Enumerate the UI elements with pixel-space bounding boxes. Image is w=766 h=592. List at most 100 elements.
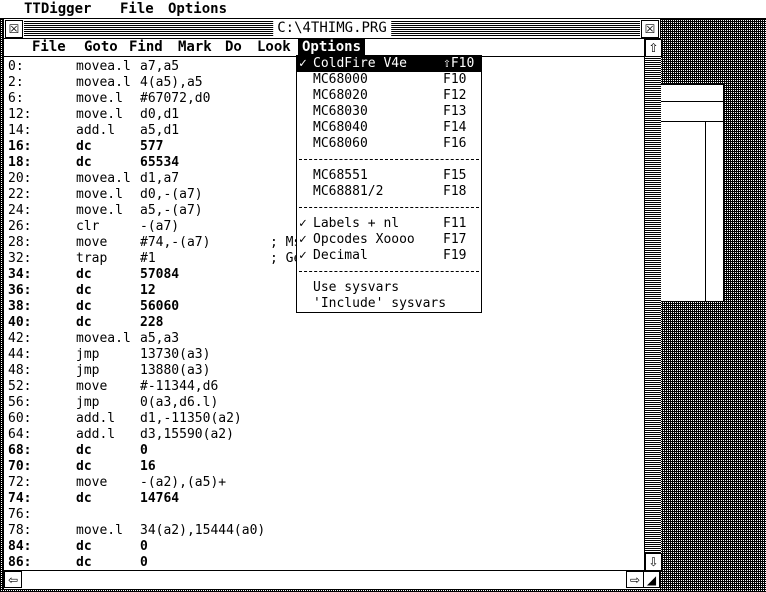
menu-item-shortcut: F15 bbox=[443, 168, 467, 183]
listing-row[interactable]: 52: move #-11344,d6 bbox=[8, 379, 644, 395]
row-opcode: add.l bbox=[76, 411, 116, 426]
listing-row[interactable]: 72: move -(a2),(a5)+ bbox=[8, 475, 644, 491]
options-menu-item[interactable]: 'Include' sysvars bbox=[297, 296, 481, 312]
resize-box-icon[interactable]: ◢ bbox=[643, 571, 660, 588]
options-menu-item[interactable]: MC68040 F14 bbox=[297, 120, 481, 136]
row-address: 6: bbox=[8, 91, 24, 106]
options-menu-item[interactable]: MC68551 F15 bbox=[297, 168, 481, 184]
listing-row[interactable]: 68: dc 0 bbox=[8, 443, 644, 459]
listing-row[interactable]: 40: dc 228 bbox=[8, 315, 644, 331]
window-menu-goto[interactable]: Goto bbox=[80, 39, 122, 56]
menu-item-shortcut: F16 bbox=[443, 136, 467, 151]
scroll-left-arrow-icon[interactable]: ⇦ bbox=[4, 571, 22, 588]
options-menu-item[interactable]: MC68030 F13 bbox=[297, 104, 481, 120]
row-operand: d1,a7 bbox=[140, 171, 180, 186]
row-operand: d1,-11350(a2) bbox=[140, 411, 242, 426]
menu-item-label: Use sysvars bbox=[313, 280, 400, 295]
listing-row[interactable]: 42: movea.l a5,a3 bbox=[8, 331, 644, 347]
listing-row[interactable]: 48: jmp 13880(a3) bbox=[8, 363, 644, 379]
menu-file[interactable]: File bbox=[120, 0, 154, 18]
row-opcode: dc bbox=[76, 283, 92, 298]
menu-options[interactable]: Options bbox=[168, 0, 227, 18]
row-opcode: jmp bbox=[76, 347, 100, 362]
menu-item-label: Opcodes Xoooo bbox=[313, 232, 415, 247]
options-menu-item[interactable]: ✓ Decimal F19 bbox=[297, 248, 481, 264]
row-address: 36: bbox=[8, 283, 32, 298]
scroll-down-arrow-icon[interactable]: ⇩ bbox=[645, 553, 662, 571]
fullscreen-box-icon[interactable]: ☒ bbox=[641, 20, 659, 38]
row-address: 16: bbox=[8, 139, 32, 154]
options-menu-item[interactable]: MC68881/2 F18 bbox=[297, 184, 481, 200]
row-address: 18: bbox=[8, 155, 32, 170]
row-opcode: dc bbox=[76, 267, 92, 282]
row-address: 20: bbox=[8, 171, 32, 186]
scroll-up-arrow-icon[interactable]: ⇧ bbox=[645, 39, 662, 57]
row-opcode: jmp bbox=[76, 363, 100, 378]
app-menubar: TTDigger File Options bbox=[0, 0, 766, 19]
row-operand: -(a2),(a5)+ bbox=[140, 475, 227, 490]
menu-item-label: MC68551 bbox=[313, 168, 368, 183]
row-address: 70: bbox=[8, 459, 32, 474]
menu-item-label: Decimal bbox=[313, 248, 368, 263]
window-menu-file[interactable]: File bbox=[28, 39, 70, 56]
row-opcode: jmp bbox=[76, 395, 100, 410]
options-menu-item[interactable]: ✓ Labels + nl F11 bbox=[297, 216, 481, 232]
window-menu-options[interactable]: Options bbox=[298, 39, 366, 56]
menu-item-shortcut: F10 bbox=[443, 72, 467, 87]
listing-row[interactable]: 60: add.l d1,-11350(a2) bbox=[8, 411, 644, 427]
row-address: 34: bbox=[8, 267, 32, 282]
listing-row[interactable]: 84: dc 0 bbox=[8, 539, 644, 555]
options-menu-item[interactable]: ✓ ColdFire V4e ⇧F10 bbox=[297, 56, 481, 72]
row-opcode: dc bbox=[76, 315, 92, 330]
vertical-scrollbar[interactable]: ⇧ ⇩ bbox=[644, 39, 662, 571]
row-opcode: movea.l bbox=[76, 75, 131, 90]
options-dropdown-menu: ✓ ColdFire V4e ⇧F10 MC68000 F10 MC68020 F12 MC6… bbox=[296, 55, 482, 313]
options-menu-item[interactable]: MC68020 F12 bbox=[297, 88, 481, 104]
row-opcode: dc bbox=[76, 155, 92, 170]
window-menu-find[interactable]: Find bbox=[125, 39, 167, 56]
scroll-right-arrow-icon[interactable]: ⇨ bbox=[626, 571, 644, 588]
listing-row[interactable]: 86: dc 0 bbox=[8, 555, 644, 569]
checkmark-icon: ✓ bbox=[299, 216, 307, 231]
row-opcode: dc bbox=[76, 443, 92, 458]
row-address: 26: bbox=[8, 219, 32, 234]
listing-row[interactable]: 70: dc 16 bbox=[8, 459, 644, 475]
row-address: 22: bbox=[8, 187, 32, 202]
row-address: 44: bbox=[8, 347, 32, 362]
horizontal-scrollbar[interactable]: ⇦ ⇨ ◢ bbox=[4, 570, 660, 588]
row-address: 42: bbox=[8, 331, 32, 346]
title-bar[interactable]: ☒ C:\4THIMG.PRG ☒ bbox=[4, 19, 660, 39]
background-window[interactable] bbox=[656, 84, 724, 302]
row-address: 78: bbox=[8, 523, 32, 538]
row-operand: #1 bbox=[140, 251, 156, 266]
checkmark-icon: ✓ bbox=[299, 232, 307, 247]
window-menu-look[interactable]: Look bbox=[253, 39, 295, 56]
window-menu-do[interactable]: Do bbox=[221, 39, 246, 56]
bg-window-rule bbox=[657, 101, 723, 102]
close-box-icon[interactable]: ☒ bbox=[5, 20, 23, 38]
row-operand: d3,15590(a2) bbox=[140, 427, 234, 442]
options-menu-item[interactable]: MC68000 F10 bbox=[297, 72, 481, 88]
menu-app-ttdigger[interactable]: TTDigger bbox=[24, 0, 91, 18]
row-operand: 14764 bbox=[140, 491, 180, 506]
row-opcode: add.l bbox=[76, 123, 116, 138]
listing-row[interactable]: 78: move.l 34(a2),15444(a0) bbox=[8, 523, 644, 539]
row-operand: a7,a5 bbox=[140, 59, 180, 74]
row-opcode: move bbox=[76, 475, 108, 490]
bg-window-rule bbox=[657, 121, 723, 122]
menu-item-label: MC68060 bbox=[313, 136, 368, 151]
options-menu-item[interactable]: Use sysvars bbox=[297, 280, 481, 296]
row-opcode: move bbox=[76, 235, 108, 250]
window-menu-mark[interactable]: Mark bbox=[174, 39, 216, 56]
listing-row[interactable]: 74: dc 14764 bbox=[8, 491, 644, 507]
listing-row[interactable]: 76: bbox=[8, 507, 644, 523]
options-menu-item[interactable]: MC68060 F16 bbox=[297, 136, 481, 152]
row-operand: 0 bbox=[140, 443, 148, 458]
options-menu-item[interactable]: ✓ Opcodes Xoooo F17 bbox=[297, 232, 481, 248]
listing-row[interactable]: 64: add.l d3,15590(a2) bbox=[8, 427, 644, 443]
menu-item-label: 'Include' sysvars bbox=[313, 296, 447, 311]
listing-row[interactable]: 44: jmp 13730(a3) bbox=[8, 347, 644, 363]
row-address: 14: bbox=[8, 123, 32, 138]
listing-row[interactable]: 56: jmp 0(a3,d6.l) bbox=[8, 395, 644, 411]
row-opcode: dc bbox=[76, 491, 92, 506]
